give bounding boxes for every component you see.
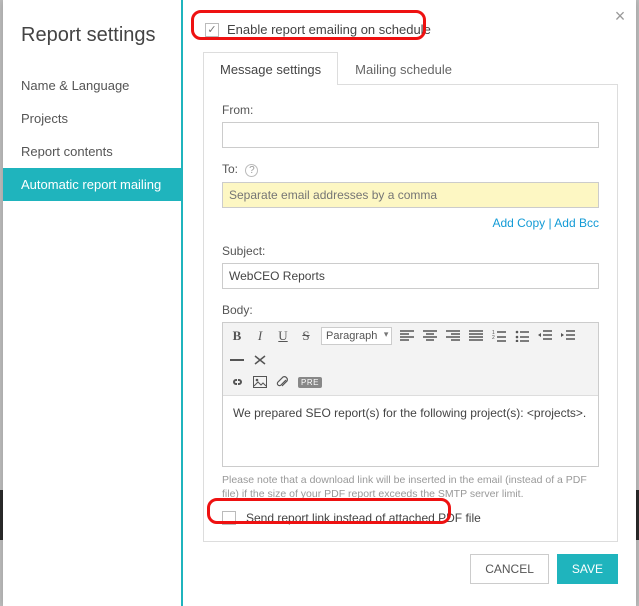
subject-label: Subject: xyxy=(222,244,599,258)
indent-icon[interactable] xyxy=(560,328,576,344)
pre-badge[interactable]: PRE xyxy=(298,377,322,388)
from-label: From: xyxy=(222,103,599,117)
outdent-icon[interactable] xyxy=(537,328,553,344)
from-input[interactable] xyxy=(222,122,599,148)
save-button[interactable]: SAVE xyxy=(557,554,618,584)
tab-message-settings[interactable]: Message settings xyxy=(203,52,338,85)
send-link-checkbox[interactable] xyxy=(222,511,236,525)
body-label: Body: xyxy=(222,303,599,317)
align-right-icon[interactable] xyxy=(445,328,461,344)
attach-icon[interactable] xyxy=(275,374,291,390)
enable-emailing-checkbox[interactable]: ✓ xyxy=(205,23,219,37)
to-label: To: ? xyxy=(222,162,599,177)
tab-mailing-schedule[interactable]: Mailing schedule xyxy=(338,52,469,85)
pdf-note: Please note that a download link will be… xyxy=(222,473,599,501)
to-input[interactable] xyxy=(222,182,599,208)
paragraph-format-select[interactable]: Paragraph xyxy=(321,327,392,345)
align-justify-icon[interactable] xyxy=(468,328,484,344)
hr-icon[interactable] xyxy=(229,352,245,368)
footer: CANCEL SAVE xyxy=(203,542,618,588)
enable-emailing-label: Enable report emailing on schedule xyxy=(227,22,431,37)
nav-report-contents[interactable]: Report contents xyxy=(3,135,181,168)
editor-toolbar: B I U S Paragraph 12 xyxy=(223,323,598,396)
subject-input[interactable] xyxy=(222,263,599,289)
italic-icon[interactable]: I xyxy=(252,328,268,344)
help-icon[interactable]: ? xyxy=(245,164,258,177)
underline-icon[interactable]: U xyxy=(275,328,291,344)
nav-projects[interactable]: Projects xyxy=(3,102,181,135)
content-pane: ✓ Enable report emailing on schedule Mes… xyxy=(185,0,636,606)
nav-name-language[interactable]: Name & Language xyxy=(3,69,181,102)
svg-text:2: 2 xyxy=(492,335,495,341)
list-bullet-icon[interactable] xyxy=(514,328,530,344)
message-settings-panel: From: To: ? Add Copy | Add Bcc Subject: … xyxy=(203,85,618,542)
body-textarea[interactable]: We prepared SEO report(s) for the follow… xyxy=(223,396,598,466)
list-ordered-icon[interactable]: 12 xyxy=(491,328,507,344)
add-copy-link[interactable]: Add Copy xyxy=(492,216,545,230)
align-center-icon[interactable] xyxy=(422,328,438,344)
bold-icon[interactable]: B xyxy=(229,328,245,344)
send-link-label: Send report link instead of attached PDF… xyxy=(246,511,481,525)
add-bcc-link[interactable]: Add Bcc xyxy=(554,216,599,230)
link-icon[interactable] xyxy=(229,374,245,390)
report-settings-modal: × Report settings Name & Language Projec… xyxy=(3,0,636,606)
tabbar: Message settings Mailing schedule xyxy=(203,51,618,85)
sidebar: Report settings Name & Language Projects… xyxy=(3,0,183,606)
modal-title: Report settings xyxy=(3,0,181,69)
rich-text-editor: B I U S Paragraph 12 xyxy=(222,322,599,467)
nav-automatic-mailing[interactable]: Automatic report mailing xyxy=(3,168,181,201)
remove-format-icon[interactable] xyxy=(252,352,268,368)
align-left-icon[interactable] xyxy=(399,328,415,344)
strike-icon[interactable]: S xyxy=(298,328,314,344)
cancel-button[interactable]: CANCEL xyxy=(470,554,549,584)
image-icon[interactable] xyxy=(252,374,268,390)
